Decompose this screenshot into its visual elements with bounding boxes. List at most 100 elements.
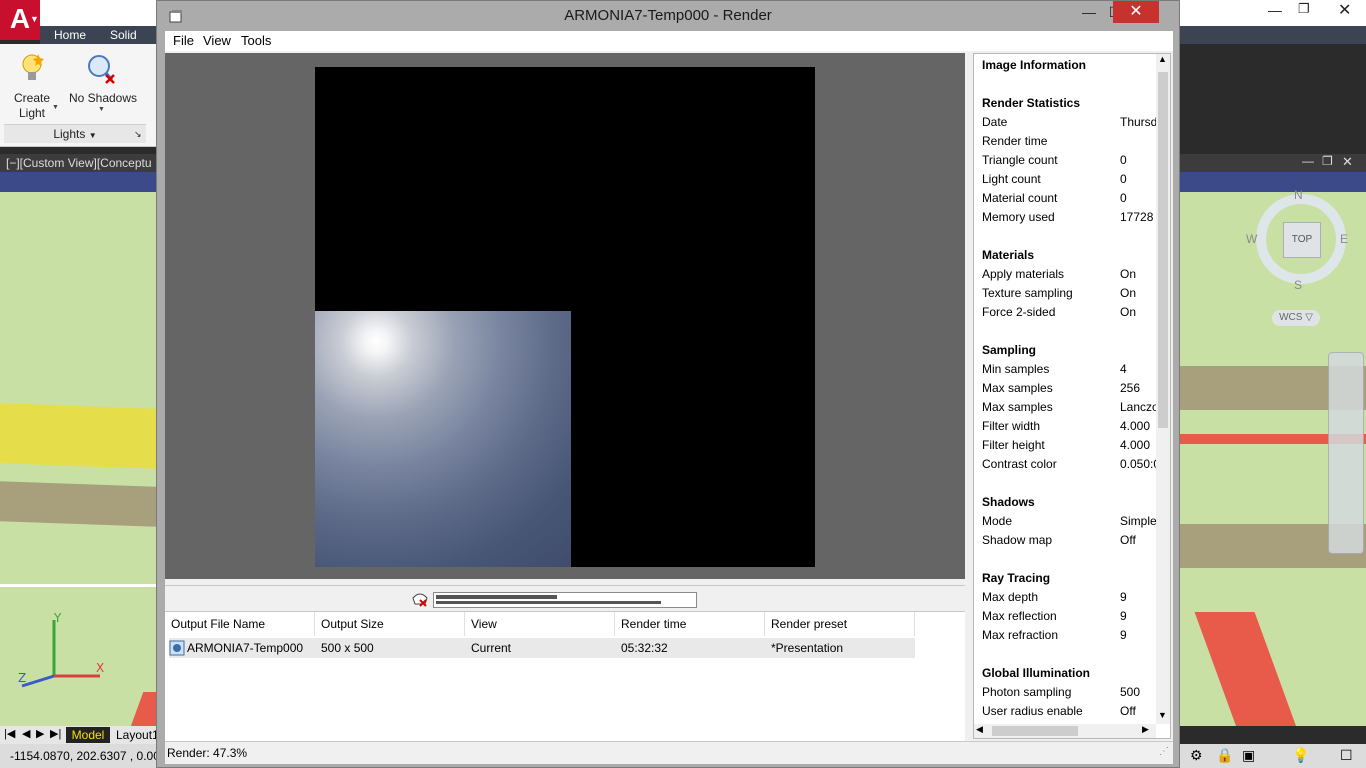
- coordinates-readout[interactable]: -1154.0870, 202.6307 , 0.0000: [0, 744, 160, 768]
- create-light-label-2: Light: [18, 106, 46, 120]
- info-value: On: [1120, 305, 1137, 319]
- info-label: Material count: [982, 191, 1058, 205]
- render-menu-bar: File View Tools: [165, 31, 1173, 51]
- image-information-title: Image Information: [982, 58, 1087, 72]
- render-status-bar: Render: 47.3% ⋰: [165, 741, 1173, 764]
- minimize-icon[interactable]: —: [1268, 2, 1282, 18]
- info-label: Max depth: [982, 590, 1039, 604]
- drawing-viewport-left[interactable]: Y X Z: [0, 172, 156, 726]
- info-label: Min samples: [982, 362, 1050, 376]
- close-icon: ✕: [1129, 3, 1143, 20]
- lights-panel-title[interactable]: Lights ▼ ↘: [4, 124, 146, 143]
- info-section-heading: Shadows: [982, 495, 1035, 509]
- first-tab-icon[interactable]: |◀: [4, 727, 15, 740]
- rendered-tile: [315, 311, 571, 567]
- info-section-heading: Sampling: [982, 343, 1037, 357]
- scroll-up-icon[interactable]: ▲: [1158, 54, 1167, 64]
- cell-view: Current: [471, 641, 512, 655]
- viewcube-top-face[interactable]: TOP: [1283, 222, 1321, 258]
- col-header-output-size[interactable]: Output Size: [315, 612, 465, 636]
- info-value: 9: [1120, 590, 1127, 604]
- scroll-down-icon[interactable]: ▼: [1158, 710, 1167, 720]
- info-label: Max samples: [982, 400, 1053, 414]
- lock-icon[interactable]: 🔒: [1216, 747, 1233, 764]
- next-tab-icon[interactable]: ▶: [36, 727, 44, 740]
- info-label: Max reflection: [982, 609, 1057, 623]
- info-label: Filter width: [982, 419, 1041, 433]
- scroll-left-icon[interactable]: ◀: [976, 724, 983, 735]
- app-logo-letter: A: [9, 3, 31, 34]
- tab-solid[interactable]: Solid: [102, 26, 145, 44]
- fullscreen-icon[interactable]: ☐: [1340, 747, 1353, 764]
- info-value: 9: [1120, 609, 1127, 623]
- minimize-icon[interactable]: —: [1302, 154, 1314, 168]
- scrollbar-thumb[interactable]: [992, 726, 1078, 736]
- info-label: Texture sampling: [982, 286, 1073, 300]
- info-horizontal-scrollbar[interactable]: ◀ ▶: [974, 724, 1156, 738]
- panel-launcher-icon[interactable]: ↘: [134, 125, 142, 143]
- info-label: Memory used: [982, 210, 1055, 224]
- status-bar-tools: ⚙ 🔒 ▣ 💡 ☐: [1180, 744, 1366, 768]
- info-value: Off: [1120, 533, 1136, 547]
- no-shadows-button[interactable]: No Shadows ▼: [66, 48, 140, 126]
- info-section-heading: Materials: [982, 248, 1035, 262]
- navigation-bar[interactable]: [1328, 352, 1364, 554]
- cell-render-time: 05:32:32: [621, 641, 668, 655]
- render-window: ARMONIA7-Temp000 - Render — ☐ ✕ File Vie…: [156, 0, 1180, 768]
- svg-text:Z: Z: [18, 671, 26, 685]
- menu-tools[interactable]: Tools: [233, 31, 279, 51]
- close-button[interactable]: ✕: [1113, 1, 1159, 23]
- wcs-menu[interactable]: WCS ▽: [1272, 310, 1320, 326]
- workspace-icon[interactable]: ⚙: [1190, 747, 1203, 764]
- render-image-area: [165, 53, 965, 579]
- col-header-view[interactable]: View: [465, 612, 615, 636]
- table-row[interactable]: ARMONIA7-Temp000 500 x 500 Current 05:32…: [169, 638, 915, 658]
- info-value: 4: [1120, 362, 1127, 376]
- svg-text:Y: Y: [53, 611, 62, 625]
- col-header-render-time[interactable]: Render time: [615, 612, 765, 636]
- info-vertical-scrollbar[interactable]: ▲ ▼: [1156, 54, 1170, 724]
- lights-panel-label: Lights: [53, 127, 86, 141]
- progress-fill-secondary: [436, 601, 661, 604]
- isolate-icon[interactable]: 💡: [1292, 747, 1309, 764]
- close-icon[interactable]: ✕: [1342, 154, 1353, 170]
- prev-tab-icon[interactable]: ◀: [22, 727, 30, 740]
- create-light-button[interactable]: Create Light ▼: [8, 48, 59, 126]
- render-history-table: Output File Name Output Size View Render…: [165, 611, 965, 742]
- chevron-down-icon: ▼: [30, 14, 39, 24]
- tab-model[interactable]: Model: [66, 727, 110, 743]
- chevron-down-icon: ▼: [52, 104, 59, 111]
- tab-home[interactable]: Home: [46, 26, 94, 44]
- close-icon[interactable]: ✕: [1338, 0, 1351, 20]
- viewport-controls-label[interactable]: [−][Custom View][Conceptu: [0, 154, 156, 172]
- info-label: Contrast color: [982, 457, 1057, 471]
- scrollbar-thumb[interactable]: [1158, 72, 1168, 428]
- render-window-titlebar[interactable]: ARMONIA7-Temp000 - Render — ☐ ✕: [157, 1, 1179, 31]
- viewcube-east[interactable]: E: [1340, 232, 1348, 246]
- render-progress-row: [165, 585, 965, 610]
- drawing-viewport-right[interactable]: TOP N S E W WCS ▽: [1180, 172, 1366, 726]
- viewcube-south[interactable]: S: [1294, 278, 1302, 292]
- info-section-heading: Ray Tracing: [982, 571, 1051, 585]
- info-value: Off: [1120, 704, 1136, 718]
- create-light-label: Create: [13, 91, 51, 105]
- col-header-render-preset[interactable]: Render preset: [765, 612, 915, 636]
- info-value: 17728 K: [1120, 210, 1156, 224]
- viewcube-west[interactable]: W: [1246, 232, 1257, 246]
- col-header-output-file[interactable]: Output File Name: [165, 612, 315, 636]
- app-window-controls: — ❐ ✕: [1244, 0, 1366, 22]
- hardware-icon[interactable]: ▣: [1242, 747, 1255, 764]
- tab-layout1[interactable]: Layout1: [116, 727, 159, 743]
- restore-icon[interactable]: ❐: [1298, 1, 1310, 17]
- cell-output-size: 500 x 500: [321, 641, 374, 655]
- resize-grip-icon[interactable]: ⋰: [1159, 746, 1169, 757]
- render-progress-bar: [433, 592, 697, 608]
- cancel-render-icon[interactable]: [411, 590, 429, 608]
- viewcube-north[interactable]: N: [1294, 188, 1303, 202]
- render-output-image[interactable]: [315, 67, 815, 567]
- scroll-right-icon[interactable]: ▶: [1142, 724, 1149, 735]
- info-value: Lanczo: [1120, 400, 1156, 414]
- info-value: 0: [1120, 191, 1127, 205]
- last-tab-icon[interactable]: ▶|: [50, 727, 61, 740]
- restore-icon[interactable]: ❐: [1322, 154, 1333, 168]
